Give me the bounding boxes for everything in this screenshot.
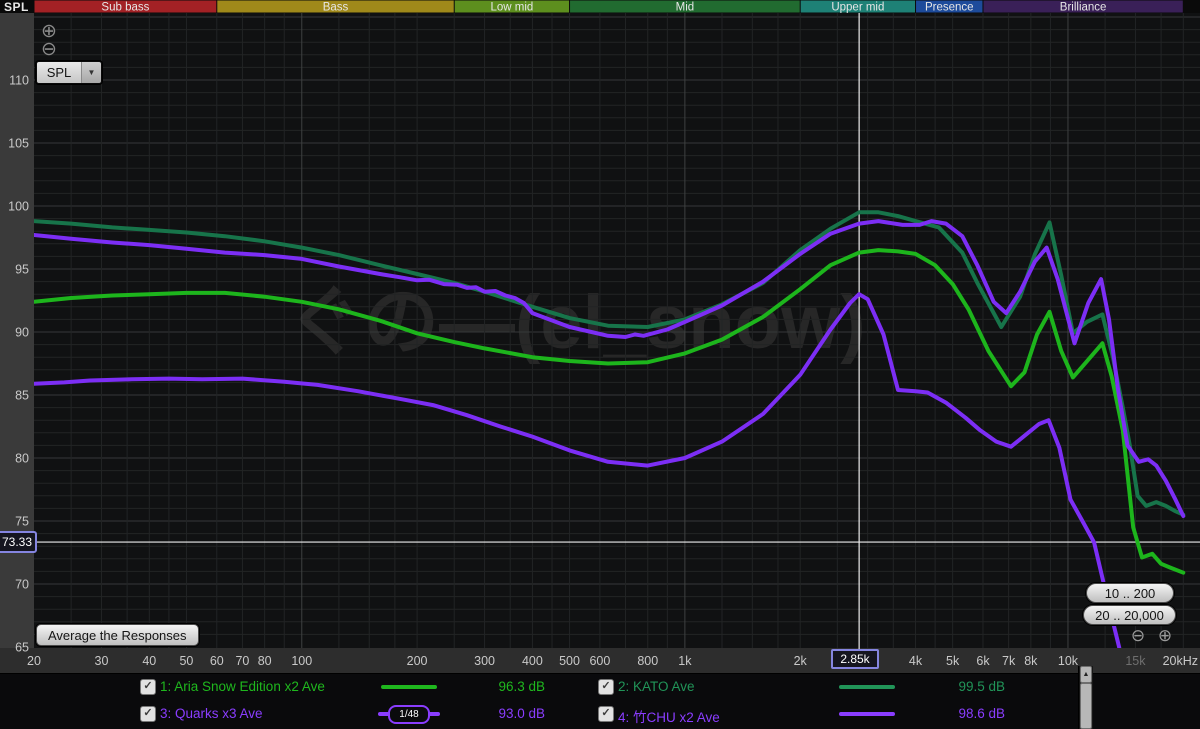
x-tick-label: 50	[179, 654, 193, 668]
legend-trace-label[interactable]: 1: Aria Snow Edition x2 Ave	[160, 679, 325, 694]
scroll-up-icon: ▲	[1083, 671, 1090, 678]
x-tick-label: 30	[95, 654, 109, 668]
y-tick-label: 80	[15, 452, 29, 466]
rew-spl-graph-window: Sub bass Bass Low mid Mid Upper mid Presence B…	[0, 0, 1200, 729]
legend-line-swatch	[381, 685, 437, 689]
x-tick-label: 20	[27, 654, 41, 668]
legend-trace-label[interactable]: 2: KATO Ave	[618, 679, 695, 694]
scrollbar-thumb[interactable]	[1080, 683, 1092, 729]
x-tick-label: 7k	[1002, 654, 1016, 668]
y-tick-label: 70	[15, 578, 29, 592]
band-label: Presence	[925, 2, 974, 14]
legend-line-swatch	[839, 712, 895, 716]
x-tick-label: 300	[474, 654, 495, 668]
watermark: ぐの—(el_snow)	[287, 280, 866, 365]
legend-checkbox[interactable]: ✓	[140, 679, 156, 695]
legend-cursor-value: 93.0 dB	[475, 706, 545, 721]
legend-cursor-value: 98.6 dB	[935, 706, 1005, 721]
measurement-legend: ✓ 1: Aria Snow Edition x2 Ave 96.3 dB ✓ 2: K…	[0, 673, 1200, 729]
y-tick-label: 75	[15, 515, 29, 529]
x-tick-label: 100	[291, 654, 312, 668]
range-20-20000-button[interactable]: 20 .. 20,000	[1083, 605, 1176, 625]
y-tick-label: 65	[15, 641, 29, 655]
zoom-out-icon[interactable]: ⊖	[39, 40, 59, 59]
band-label: Sub bass	[101, 2, 149, 14]
legend-line-swatch	[839, 685, 895, 689]
legend-checkbox[interactable]: ✓	[598, 679, 614, 695]
x-tick-label: 8k	[1024, 654, 1038, 668]
range-10-200-button[interactable]: 10 .. 200	[1086, 583, 1174, 603]
x-tick-label: 70	[235, 654, 249, 668]
y-tick-label: 95	[15, 263, 29, 277]
x-tick-label: 80	[258, 654, 272, 668]
spl-cursor-readout[interactable]: 73.33	[0, 531, 37, 553]
x-tick-label: 800	[637, 654, 658, 668]
smoothing-badge[interactable]: 1/48	[388, 705, 430, 724]
x-tick-label: 2k	[794, 654, 808, 668]
spl-frequency-response-chart: Sub bass Bass Low mid Mid Upper mid Presence B…	[0, 0, 1200, 673]
frequency-cursor-readout[interactable]: 2.85k	[831, 649, 879, 669]
x-range-plus-icon[interactable]: ⊕	[1155, 626, 1175, 645]
legend-cursor-value: 99.5 dB	[935, 679, 1005, 694]
y-tick-label: 105	[8, 137, 29, 151]
x-tick-label: 1k	[678, 654, 692, 668]
x-range-minus-icon[interactable]: ⊖	[1128, 626, 1148, 645]
x-tick-label: 6k	[976, 654, 990, 668]
chevron-down-icon: ▼	[82, 62, 101, 83]
legend-cursor-value: 96.3 dB	[475, 679, 545, 694]
axis-variable-value: SPL	[37, 62, 82, 83]
x-tick-label: 200	[407, 654, 428, 668]
x-tick-label: 600	[589, 654, 610, 668]
band-label: Upper mid	[831, 2, 884, 14]
band-label: Bass	[323, 2, 349, 14]
x-tick-label: 20kHz	[1163, 654, 1198, 668]
x-tick-label: 60	[210, 654, 224, 668]
band-label: Brilliance	[1060, 2, 1107, 14]
x-tick-label: 40	[142, 654, 156, 668]
y-tick-label: 85	[15, 389, 29, 403]
band-label: Low mid	[490, 2, 533, 14]
x-tick-label: 500	[559, 654, 580, 668]
y-axis-unit-label: SPL	[4, 0, 29, 14]
axis-variable-dropdown[interactable]: SPL ▼	[36, 61, 102, 84]
x-tick-label: 5k	[946, 654, 960, 668]
y-tick-label: 100	[8, 200, 29, 214]
y-tick-label: 90	[15, 326, 29, 340]
legend-checkbox[interactable]: ✓	[598, 706, 614, 722]
scrollbar-up-button[interactable]: ▲	[1080, 666, 1092, 683]
y-tick-label: 110	[9, 74, 29, 88]
average-responses-button[interactable]: Average the Responses	[36, 624, 199, 646]
x-tick-label: 10k	[1058, 654, 1079, 668]
x-tick-label: 400	[522, 654, 543, 668]
x-tick-label: 4k	[909, 654, 923, 668]
legend-scrollbar[interactable]: ▲	[1078, 666, 1093, 729]
legend-trace-label[interactable]: 3: Quarks x3 Ave	[160, 706, 263, 721]
band-label: Mid	[676, 2, 695, 14]
legend-trace-label[interactable]: 4: 竹CHU x2 Ave	[618, 706, 720, 726]
x-tick-label: 15k	[1125, 654, 1146, 668]
legend-checkbox[interactable]: ✓	[140, 706, 156, 722]
